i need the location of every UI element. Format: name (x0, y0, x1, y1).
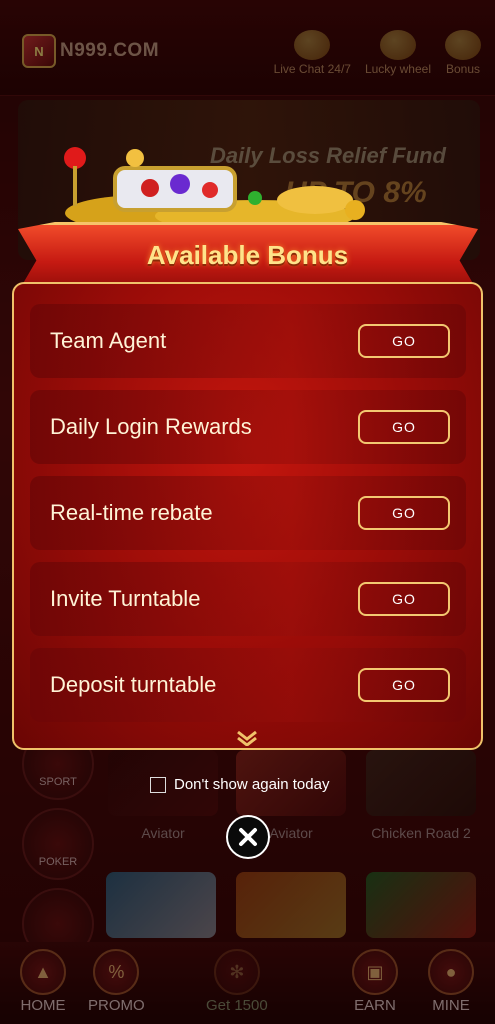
bonus-row-deposit-turntable[interactable]: Deposit turntable GO (30, 648, 466, 722)
close-icon (239, 828, 257, 846)
bonus-row-team-agent[interactable]: Team Agent GO (30, 304, 466, 378)
go-button-rebate[interactable]: GO (358, 496, 450, 530)
dont-show-label: Don't show again today (174, 776, 330, 793)
bonus-row-invite-turntable[interactable]: Invite Turntable GO (30, 562, 466, 636)
close-button[interactable] (226, 815, 270, 859)
go-button-invite-turntable[interactable]: GO (358, 582, 450, 616)
dont-show-again[interactable]: Don't show again today (150, 776, 329, 793)
go-button-team-agent[interactable]: GO (358, 324, 450, 358)
chevron-down-icon[interactable] (236, 730, 258, 746)
bonus-row-rebate[interactable]: Real-time rebate GO (30, 476, 466, 550)
bonus-label: Daily Login Rewards (50, 414, 252, 439)
bonus-row-daily-login[interactable]: Daily Login Rewards GO (30, 390, 466, 464)
go-button-daily-login[interactable]: GO (358, 410, 450, 444)
modal-title: Available Bonus (146, 240, 349, 270)
go-button-deposit-turntable[interactable]: GO (358, 668, 450, 702)
bonus-label: Deposit turntable (50, 672, 217, 697)
bonus-label: Team Agent (50, 328, 167, 353)
dont-show-checkbox[interactable] (150, 776, 166, 793)
bonus-panel: Team Agent GO Daily Login Rewards GO Rea… (12, 282, 483, 750)
bonus-label: Invite Turntable (50, 586, 201, 611)
bonus-label: Real-time rebate (50, 500, 213, 525)
